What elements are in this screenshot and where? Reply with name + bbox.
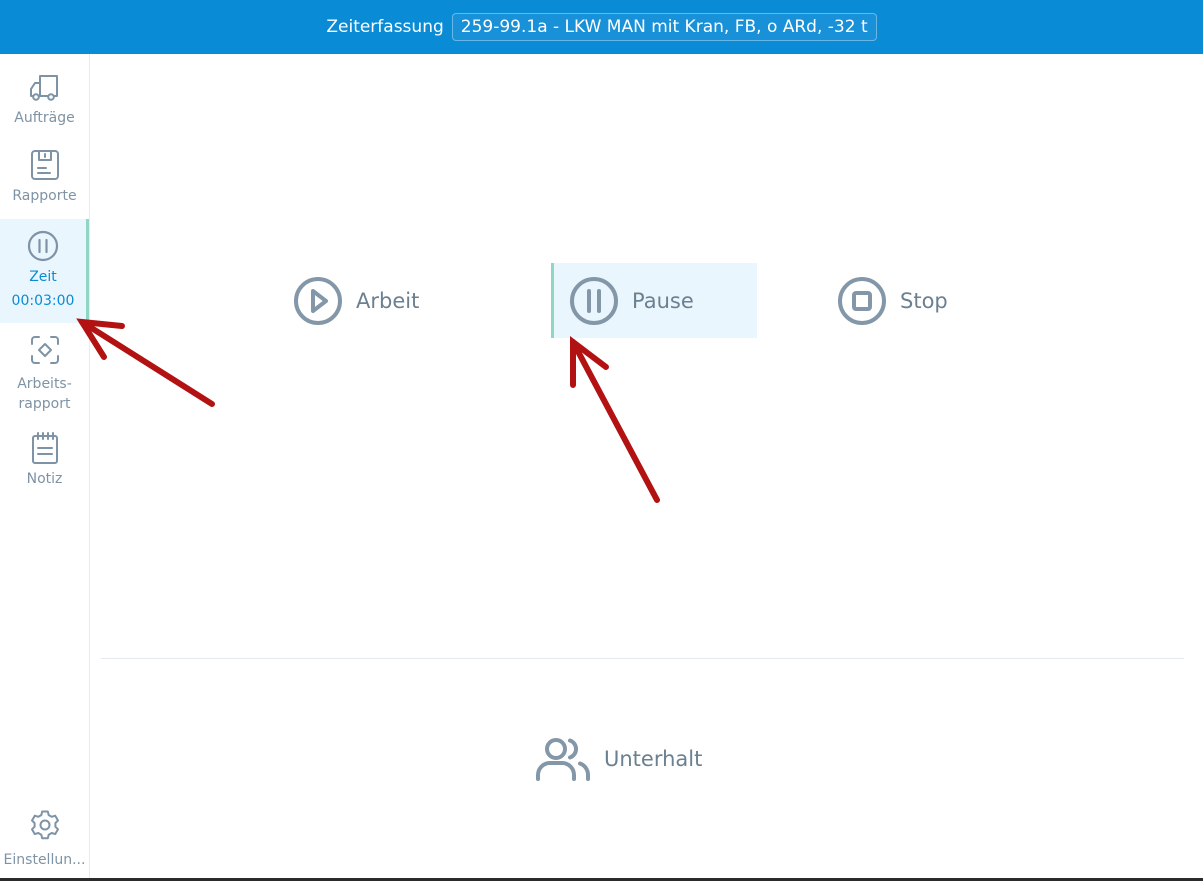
target-icon: [30, 336, 59, 364]
vehicle-selector[interactable]: 259-99.1a - LKW MAN mit Kran, FB, o ARd,…: [451, 13, 877, 41]
pause-circle-icon: [27, 230, 59, 262]
pause-button[interactable]: Pause: [551, 263, 757, 338]
sidebar-label-line1: Arbeits-: [17, 376, 72, 392]
notepad-icon: [31, 432, 58, 464]
pause-circle-icon: [570, 276, 618, 325]
clipboard-icon: [30, 150, 59, 180]
pause-button-label: Pause: [632, 288, 694, 313]
maintenance-button[interactable]: Unterhalt: [534, 734, 702, 784]
sidebar-item-label: Arbeits- rapport: [17, 374, 72, 414]
arrow-to-pause: [570, 339, 660, 503]
stop-circle-icon: [838, 277, 886, 325]
users-icon: [536, 738, 591, 781]
work-button-label: Arbeit: [356, 289, 420, 313]
sidebar-item-notiz[interactable]: Notiz: [0, 431, 89, 489]
stop-button-label: Stop: [900, 289, 948, 313]
arrow-head-pause: [570, 335, 609, 388]
sidebar-item-label: Notiz: [26, 471, 63, 487]
sidebar-item-label: Einstellun...: [3, 852, 86, 868]
gear-icon: [30, 810, 59, 840]
stop-button[interactable]: Stop: [836, 275, 948, 327]
sidebar-item-label: Aufträge: [14, 110, 75, 126]
sidebar-item-label: Rapporte: [12, 188, 77, 204]
work-button[interactable]: Arbeit: [292, 275, 419, 327]
arrow-to-timer: [79, 319, 215, 407]
top-bar: Zeiterfassung 259-99.1a - LKW MAN mit Kr…: [0, 0, 1203, 54]
time-counter: 00:03:00: [11, 293, 75, 309]
sidebar-label-line2: rapport: [18, 396, 71, 412]
sidebar-item-rapporte[interactable]: Rapporte: [0, 148, 89, 206]
truck-icon: [29, 75, 58, 101]
maintenance-button-label: Unterhalt: [604, 747, 703, 771]
page-title: Zeiterfassung: [326, 17, 444, 37]
sidebar: Aufträge Rapporte Zeit 00:03:00 Arbeits-…: [0, 54, 90, 879]
sidebar-item-settings[interactable]: Einstellun...: [0, 808, 89, 870]
play-circle-icon: [294, 277, 342, 325]
sidebar-item-auftraege[interactable]: Aufträge: [0, 70, 89, 128]
section-divider: [101, 658, 1184, 659]
sidebar-item-zeit[interactable]: Zeit 00:03:00: [0, 219, 89, 323]
sidebar-item-arbeitsrapport[interactable]: Arbeits- rapport: [0, 332, 89, 414]
sidebar-item-label: Zeit: [29, 269, 57, 285]
